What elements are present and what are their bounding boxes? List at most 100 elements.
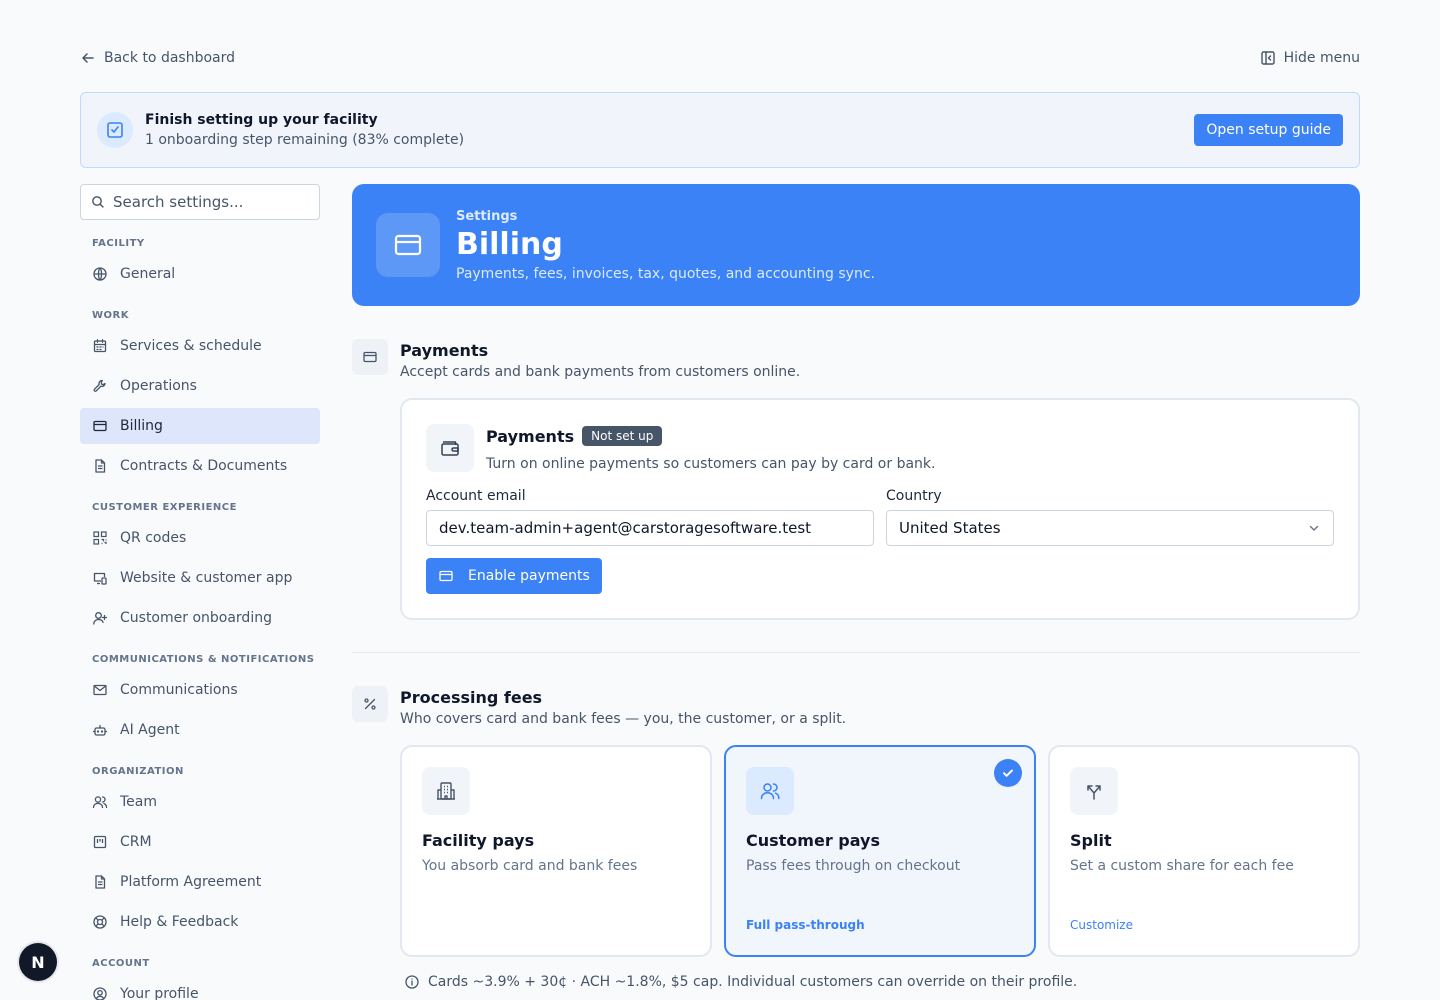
section-divider — [352, 652, 1360, 653]
fees-footnote: Cards ~3.9% + 30¢ · ACH ~1.8%, $5 cap. I… — [404, 974, 1077, 990]
account-email-field[interactable] — [439, 519, 861, 537]
sidebar-item-general[interactable]: General — [80, 256, 320, 292]
users-icon — [746, 767, 794, 815]
country-label: Country — [886, 488, 942, 504]
arrow-left-icon — [80, 50, 96, 66]
sidebar-item-label: Contracts & Documents — [120, 458, 288, 474]
lifebuoy-icon — [92, 914, 108, 930]
fee-option-customer-pays[interactable]: Customer pays Pass fees through on check… — [724, 745, 1036, 957]
split-icon — [1070, 767, 1118, 815]
sidebar-item-label: General — [120, 266, 176, 282]
banner-title: Finish setting up your facility — [145, 112, 378, 128]
sidebar-item-your-profile[interactable]: Your profile — [80, 976, 320, 1000]
enable-payments-button[interactable]: Enable payments — [426, 558, 602, 594]
banner-subtitle: 1 onboarding step remaining (83% complet… — [145, 132, 465, 148]
open-setup-guide-button[interactable]: Open setup guide — [1194, 114, 1343, 146]
sidebar-item-label: Your profile — [120, 986, 199, 1000]
sidebar-item-label: Communications — [120, 682, 238, 698]
sidebar-item-label: Help & Feedback — [120, 914, 239, 930]
sidebar-item-website-customer-app[interactable]: Website & customer app — [80, 560, 320, 596]
account-email-field-wrapper — [426, 510, 874, 546]
credit-card-icon — [92, 418, 108, 434]
sidebar-item-label: Website & customer app — [120, 570, 293, 586]
sidebar-item-crm[interactable]: CRM — [80, 824, 320, 860]
sidebar-item-label: Team — [120, 794, 158, 810]
sidebar-item-communications[interactable]: Communications — [80, 672, 320, 708]
payments-section-subtitle: Accept cards and bank payments from cust… — [400, 364, 801, 380]
payments-card-subtitle: Turn on online payments so customers can… — [486, 456, 936, 472]
fee-option-subtitle: Pass fees through on checkout — [746, 858, 961, 874]
building-icon — [422, 767, 470, 815]
selected-check-icon — [994, 759, 1022, 787]
payments-section-title: Payments — [400, 341, 489, 360]
search-icon — [91, 195, 105, 209]
sidebar-item-customer-onboarding[interactable]: Customer onboarding — [80, 600, 320, 636]
info-icon — [404, 974, 420, 990]
back-to-dashboard-label: Back to dashboard — [104, 50, 236, 66]
country-select-value: United States — [899, 519, 1001, 537]
sidebar-item-label: Customer onboarding — [120, 610, 272, 626]
document-icon — [92, 458, 108, 474]
user-plus-icon — [92, 610, 108, 626]
customize-link[interactable]: Customize — [1070, 918, 1133, 932]
user-avatar[interactable]: N — [19, 943, 57, 981]
page-title: Billing — [456, 226, 563, 262]
full-pass-through-link[interactable]: Full pass-through — [746, 918, 865, 932]
users-icon — [92, 794, 108, 810]
sidebar-item-services-schedule[interactable]: Services & schedule — [80, 328, 320, 364]
sidebar-item-label: Billing — [120, 418, 163, 434]
sidebar-item-help-feedback[interactable]: Help & Feedback — [80, 904, 320, 940]
payments-card-title: Payments — [486, 426, 575, 446]
checklist-icon — [97, 112, 133, 148]
credit-card-icon — [438, 568, 454, 584]
sidebar-item-contracts-documents[interactable]: Contracts & Documents — [80, 448, 320, 484]
group-label-customer-experience: CUSTOMER EXPERIENCE — [92, 502, 237, 513]
sidebar-item-operations[interactable]: Operations — [80, 368, 320, 404]
sidebar-item-label: AI Agent — [120, 722, 180, 738]
group-label-communications-notifications: COMMUNICATIONS & NOTIFICATIONS — [92, 654, 315, 665]
account-email-label: Account email — [426, 488, 526, 504]
payments-section-header: Payments Accept cards and bank payments … — [352, 339, 800, 380]
search-box — [80, 184, 320, 220]
sidebar-item-label: CRM — [120, 834, 152, 850]
processing-fees-title: Processing fees — [400, 688, 543, 707]
fee-option-facility-pays[interactable]: Facility pays You absorb card and bank f… — [400, 745, 712, 957]
devices-icon — [92, 570, 108, 586]
fee-option-subtitle: You absorb card and bank fees — [422, 858, 638, 874]
processing-fees-section-header: Processing fees Who covers card and bank… — [352, 686, 846, 727]
search-settings-input[interactable] — [113, 193, 309, 211]
group-label-work: WORK — [92, 310, 129, 321]
chevron-down-icon — [1307, 521, 1321, 535]
fees-footnote-text: Cards ~3.9% + 30¢ · ACH ~1.8%, $5 cap. I… — [428, 974, 1078, 990]
calendar-icon — [92, 338, 108, 354]
sidebar-collapse-icon — [1260, 50, 1276, 66]
sidebar-item-label: Platform Agreement — [120, 874, 262, 890]
group-label-organization: ORGANIZATION — [92, 766, 184, 777]
fee-option-subtitle: Set a custom share for each fee — [1070, 858, 1294, 874]
sidebar-item-team[interactable]: Team — [80, 784, 320, 820]
payments-card: Payments Not set up Turn on online payme… — [400, 398, 1360, 620]
payments-card-header: Payments Not set up — [486, 426, 663, 446]
back-to-dashboard-link[interactable]: Back to dashboard — [80, 50, 235, 66]
qr-code-icon — [92, 530, 108, 546]
fee-option-split[interactable]: Split Set a custom share for each fee Cu… — [1048, 745, 1360, 957]
hide-menu-label: Hide menu — [1283, 50, 1360, 66]
globe-icon — [92, 266, 108, 282]
bot-icon — [92, 722, 108, 738]
user-circle-icon — [92, 986, 108, 1000]
fee-option-title: Facility pays — [422, 831, 535, 850]
wrench-icon — [92, 378, 108, 394]
sidebar-item-qr-codes[interactable]: QR codes — [80, 520, 320, 556]
processing-fees-subtitle: Who covers card and bank fees — you, the… — [400, 711, 847, 727]
sidebar-item-ai-agent[interactable]: AI Agent — [80, 712, 320, 748]
setup-banner: Finish setting up your facility 1 onboar… — [80, 92, 1360, 168]
settings-sidebar: FACILITY General WORK Services & schedul… — [80, 184, 320, 1000]
mail-icon — [92, 682, 108, 698]
sidebar-item-billing[interactable]: Billing — [80, 408, 320, 444]
hide-menu-button[interactable]: Hide menu — [1260, 50, 1360, 66]
sidebar-item-label: Operations — [120, 378, 197, 394]
hero-eyebrow: Settings — [456, 208, 518, 224]
sidebar-item-platform-agreement[interactable]: Platform Agreement — [80, 864, 320, 900]
fee-option-title: Split — [1070, 831, 1112, 850]
country-select[interactable]: United States — [886, 510, 1334, 546]
